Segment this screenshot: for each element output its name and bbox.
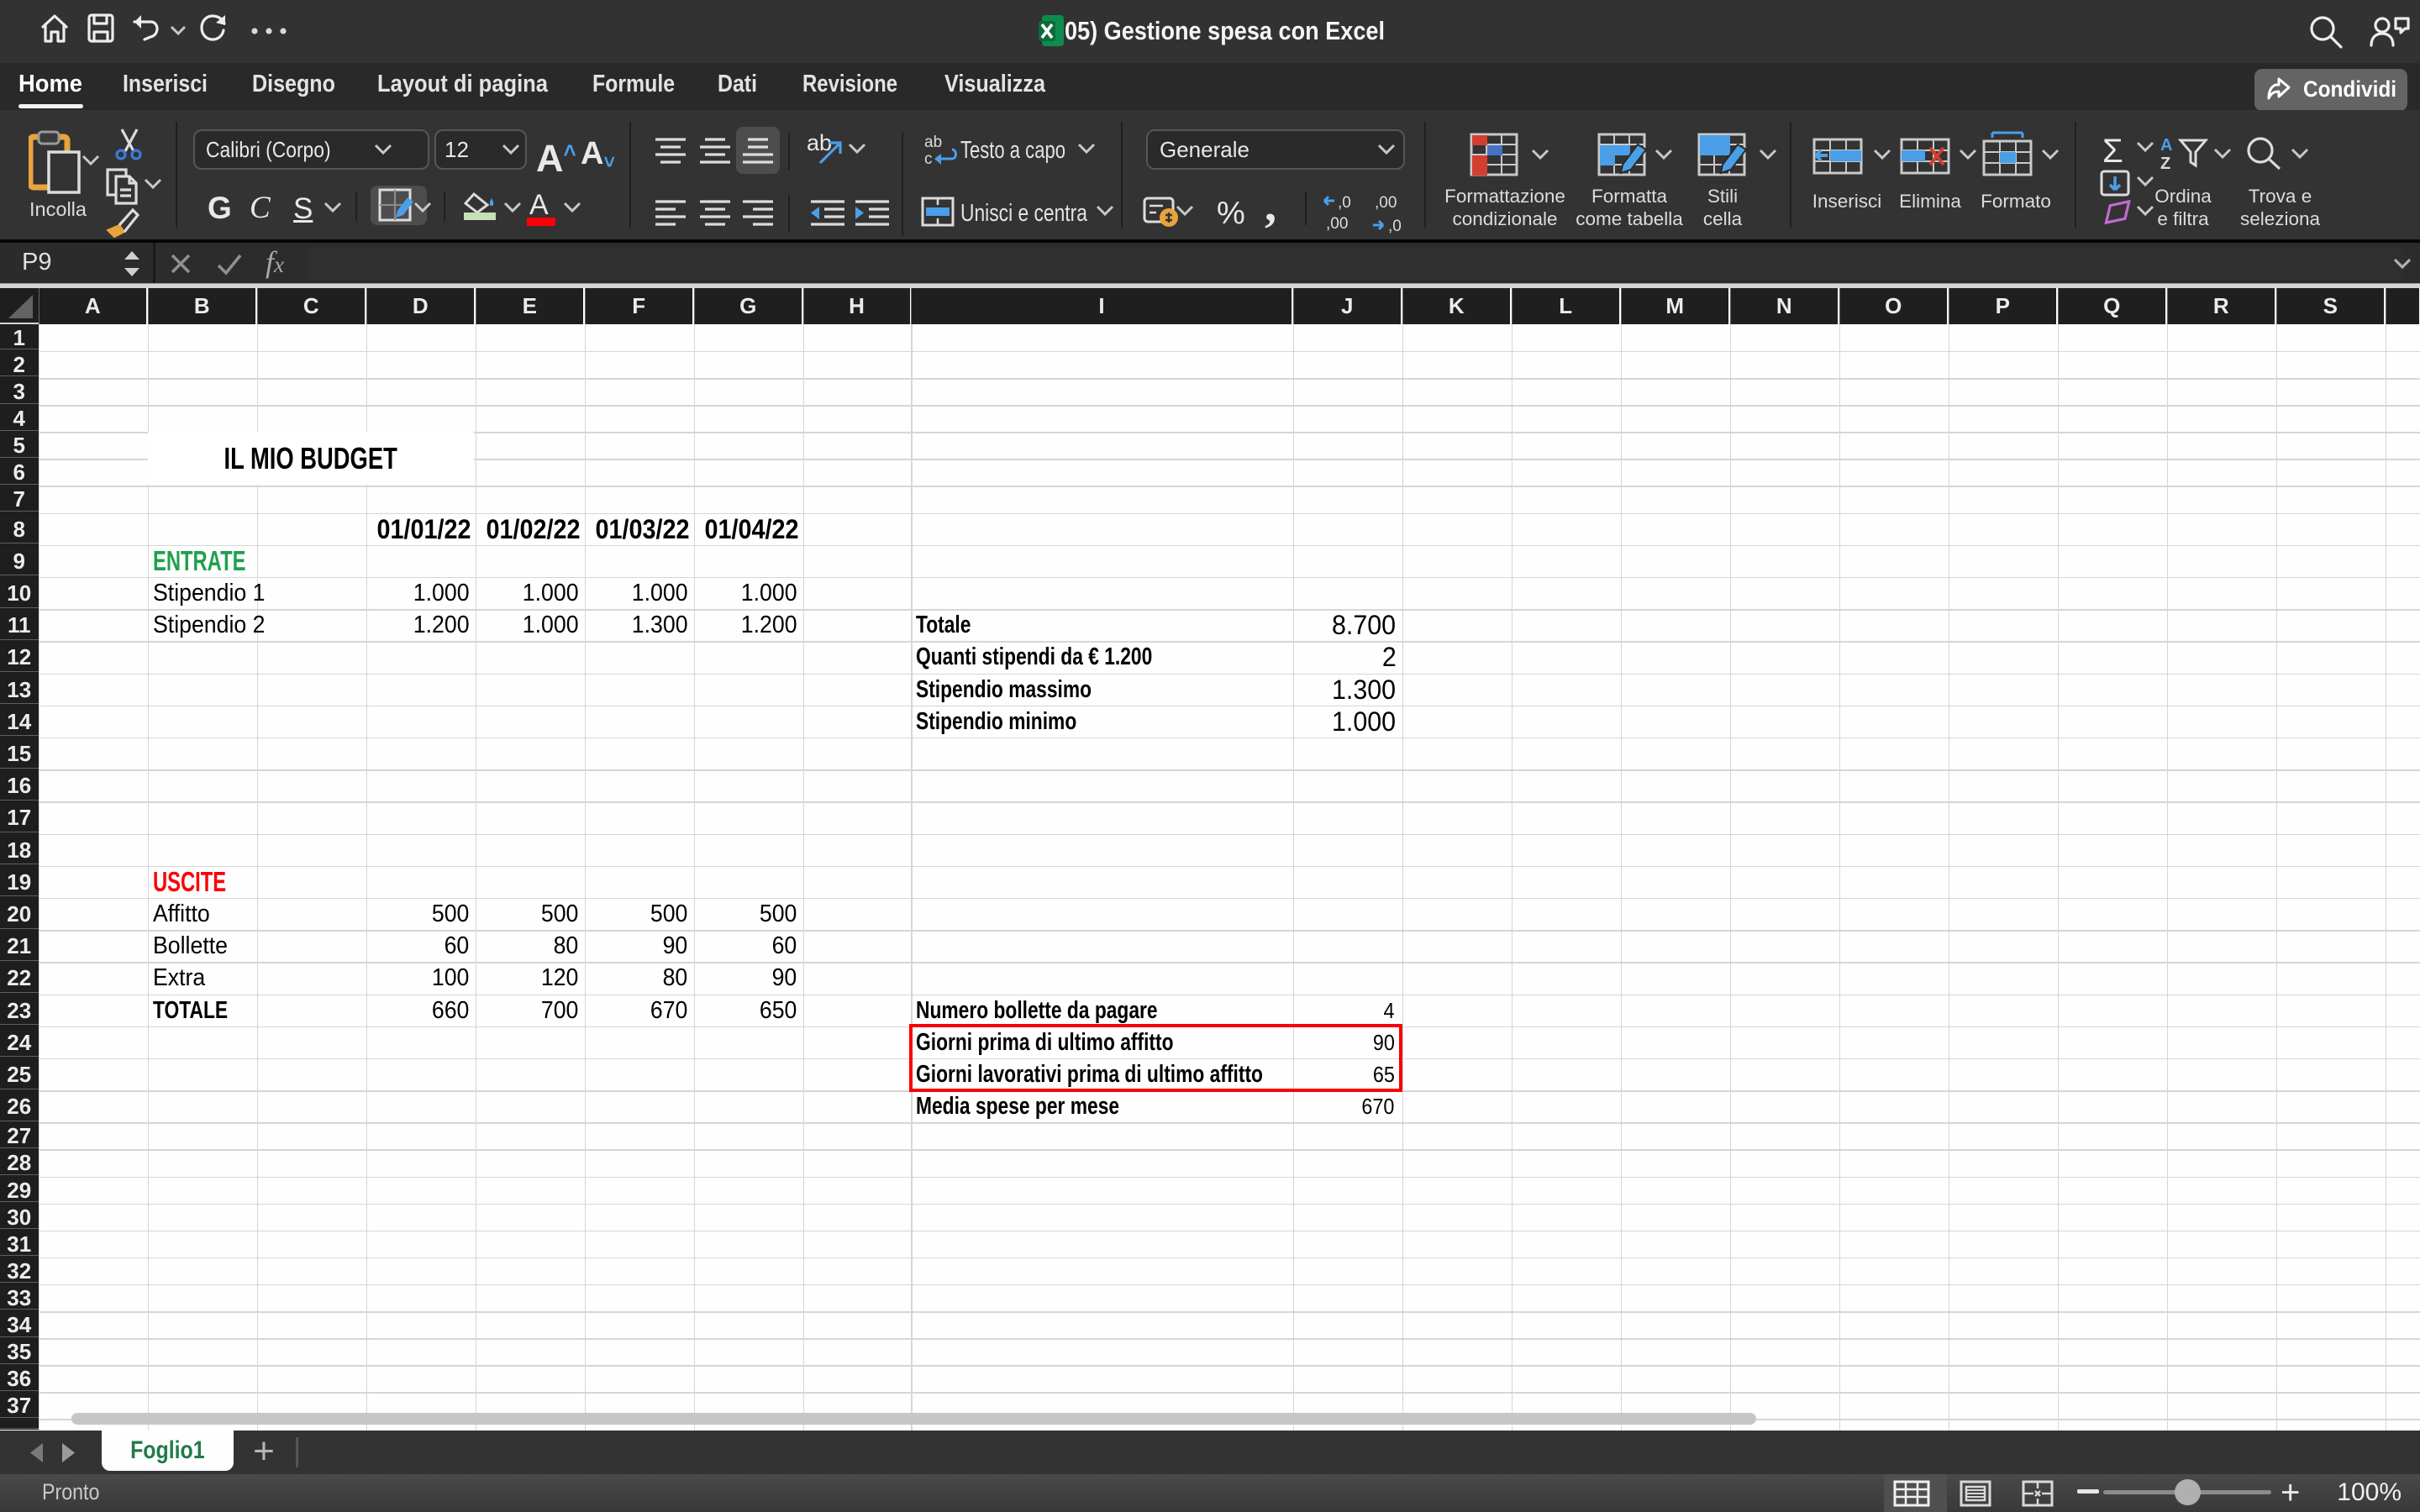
svg-text:c: c: [924, 150, 933, 168]
svg-text:Z: Z: [2160, 155, 2170, 171]
svg-text:ab: ab: [924, 134, 942, 151]
svg-text:,0: ,0: [1388, 218, 1402, 234]
svg-text:,00: ,00: [1326, 215, 1348, 233]
svg-text:A: A: [2160, 136, 2172, 155]
svg-text:,00: ,00: [1375, 194, 1397, 212]
svg-text:,0: ,0: [1338, 194, 1351, 212]
